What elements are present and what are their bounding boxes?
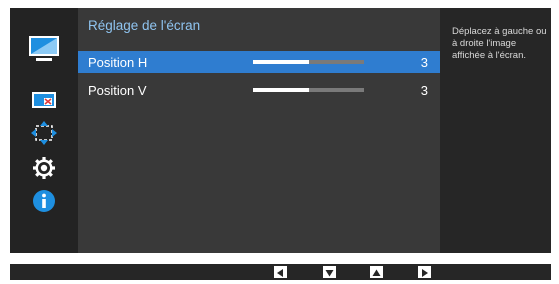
left-arrow-icon[interactable] <box>274 266 287 278</box>
position-h-slider[interactable] <box>253 60 364 64</box>
slider-fill <box>253 88 309 92</box>
picture-icon[interactable] <box>27 34 61 64</box>
setup-gear-icon[interactable] <box>27 153 61 183</box>
menu-row-position-h[interactable]: Position H 3 <box>78 51 440 73</box>
row-label: Position V <box>88 83 147 98</box>
right-arrow-icon[interactable] <box>418 266 431 278</box>
osd-menu: Réglage de l'écran Position H 3 Position… <box>10 8 551 253</box>
information-icon[interactable] <box>27 186 61 216</box>
onscreen-display-icon[interactable] <box>27 86 61 116</box>
down-arrow-icon[interactable] <box>323 266 336 278</box>
menu-row-position-v[interactable]: Position V 3 <box>78 79 440 101</box>
row-label: Position H <box>88 55 148 70</box>
screen-position-icon[interactable] <box>27 118 61 148</box>
help-panel: Déplacez à gauche ou à droite l'image af… <box>440 8 551 253</box>
slider-fill <box>253 60 309 64</box>
sidebar <box>10 8 78 253</box>
up-arrow-icon[interactable] <box>370 266 383 278</box>
settings-panel: Réglage de l'écran Position H 3 Position… <box>78 8 440 253</box>
menu-title: Réglage de l'écran <box>88 18 201 33</box>
row-value: 3 <box>420 83 428 98</box>
navigation-bar <box>10 264 551 280</box>
position-v-slider[interactable] <box>253 88 364 92</box>
help-text: Déplacez à gauche ou à droite l'image af… <box>452 26 547 61</box>
row-value: 3 <box>420 55 428 70</box>
